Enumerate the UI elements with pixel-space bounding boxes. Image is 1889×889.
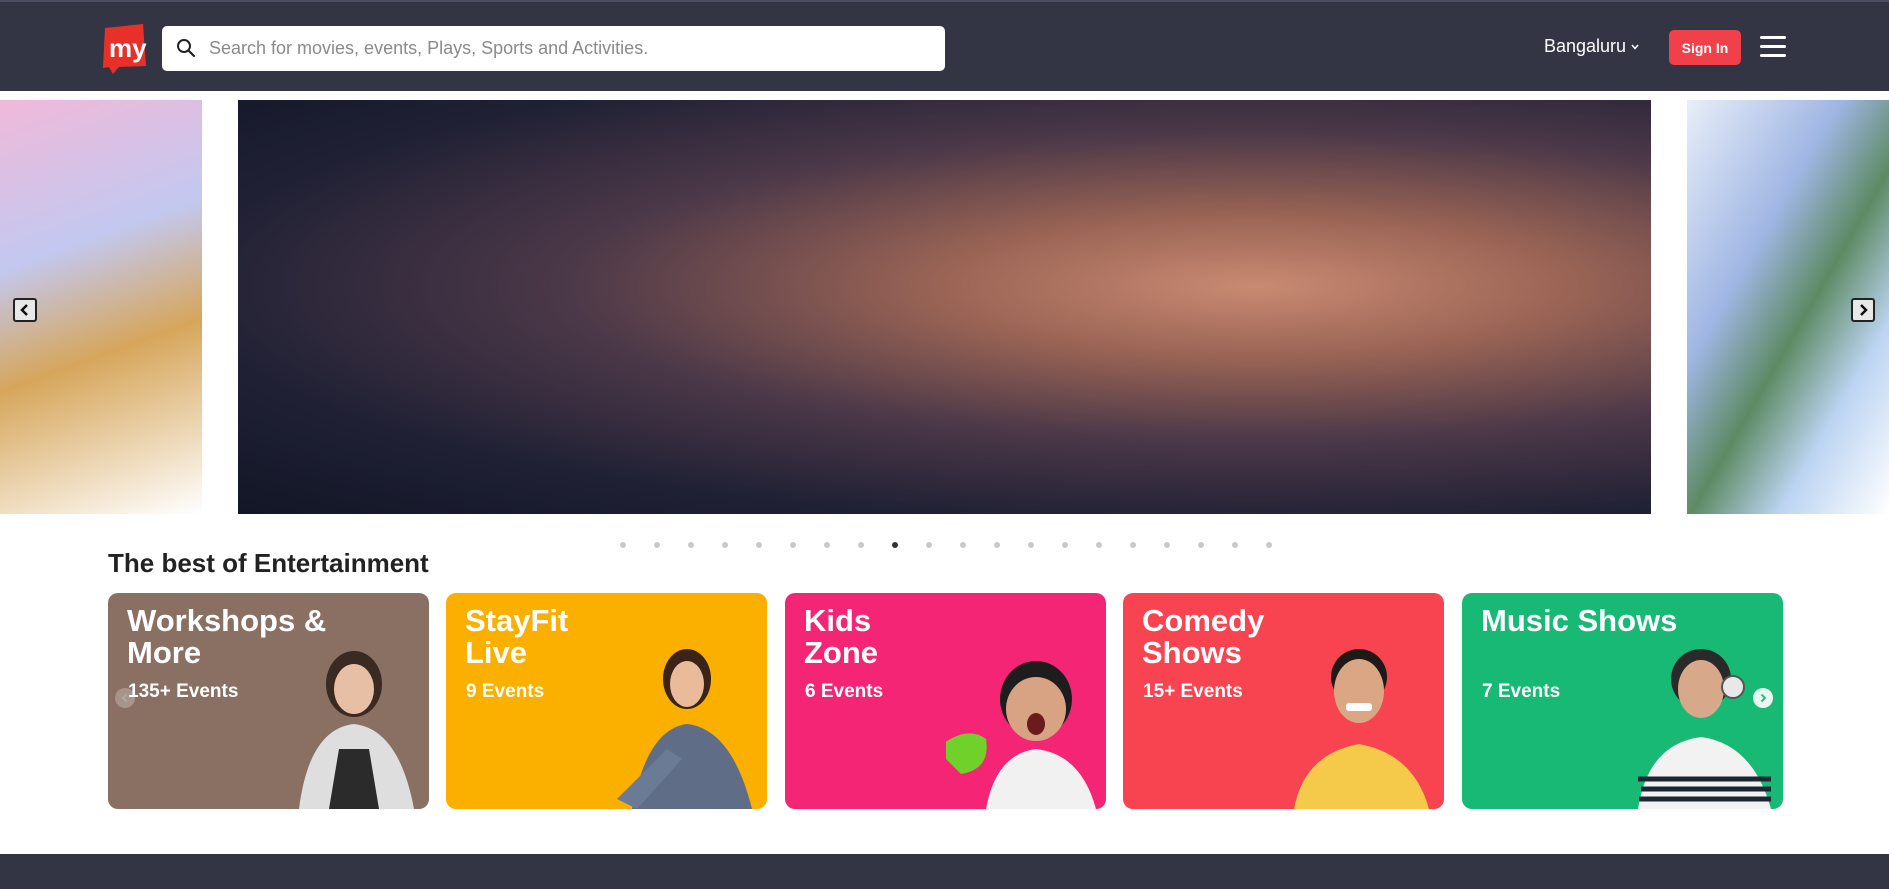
city-label: Bangaluru — [1544, 36, 1627, 56]
person-image — [946, 661, 1096, 809]
person-image — [299, 651, 414, 809]
category-cards: Workshops & More 135+ Events StayFit Liv… — [108, 593, 1784, 809]
card-event-count: 135+ Events — [128, 681, 239, 702]
card-event-count: 6 Events — [805, 681, 884, 702]
card-event-count: 9 Events — [466, 681, 545, 702]
carousel-dot[interactable] — [824, 542, 830, 548]
footer-bar — [0, 854, 1889, 889]
card-title: Kids Zone — [804, 603, 879, 670]
carousel-next-button[interactable] — [1851, 298, 1875, 322]
carousel-dot[interactable] — [1028, 542, 1034, 548]
carousel-dot[interactable] — [926, 542, 932, 548]
sign-in-label: Sign In — [1681, 39, 1729, 56]
chevron-down-icon — [1631, 44, 1639, 50]
chevron-right-icon — [1860, 304, 1868, 316]
category-card-comedy-shows[interactable]: Comedy Shows 15+ Events — [1123, 593, 1444, 809]
carousel-dot[interactable] — [858, 542, 864, 548]
carousel-dot[interactable] — [790, 542, 796, 548]
banner-carousel — [0, 100, 1889, 514]
brand-logo-text: my — [109, 33, 147, 63]
chevron-right-icon — [1760, 693, 1767, 703]
card-event-count: 15+ Events — [1143, 681, 1243, 702]
cards-prev-button[interactable] — [115, 688, 135, 708]
chevron-left-icon — [121, 693, 128, 703]
search-input[interactable] — [209, 26, 929, 71]
carousel-dot[interactable] — [722, 542, 728, 548]
carousel-dot[interactable] — [620, 542, 626, 548]
person-image — [617, 649, 752, 809]
top-navbar: my Bangaluru Sign In — [0, 0, 1889, 91]
category-card-music-shows[interactable]: Music Shows 7 Events — [1462, 593, 1783, 809]
city-selector[interactable]: Bangaluru — [1544, 36, 1640, 57]
carousel-dot[interactable] — [1232, 542, 1238, 548]
carousel-dot[interactable] — [756, 542, 762, 548]
section-title: The best of Entertainment — [108, 548, 429, 578]
carousel-dot[interactable] — [960, 542, 966, 548]
carousel-dot[interactable] — [1164, 542, 1170, 548]
carousel-dot[interactable] — [1062, 542, 1068, 548]
carousel-dot[interactable] — [892, 542, 898, 548]
banner-slide-current[interactable] — [238, 100, 1651, 514]
carousel-dot[interactable] — [994, 542, 1000, 548]
card-event-count: 7 Events — [1482, 681, 1561, 702]
carousel-pagination — [620, 542, 1272, 550]
carousel-dot[interactable] — [1096, 542, 1102, 548]
card-title: StayFit Live — [465, 603, 569, 670]
carousel-dot[interactable] — [654, 542, 660, 548]
carousel-dot[interactable] — [1130, 542, 1136, 548]
carousel-prev-button[interactable] — [13, 298, 37, 322]
search-bar[interactable] — [162, 26, 945, 71]
category-card-workshops[interactable]: Workshops & More 135+ Events — [108, 593, 429, 809]
category-card-kids-zone[interactable]: Kids Zone 6 Events — [785, 593, 1106, 809]
brand-logo[interactable]: my — [99, 22, 148, 74]
cards-next-button[interactable] — [1753, 688, 1773, 708]
search-icon — [177, 39, 196, 58]
hamburger-menu-icon[interactable] — [1760, 36, 1786, 58]
person-image — [1638, 649, 1771, 809]
carousel-dot[interactable] — [1266, 542, 1272, 548]
sign-in-button[interactable]: Sign In — [1669, 30, 1741, 65]
chevron-left-icon — [20, 304, 28, 316]
person-image — [1294, 649, 1429, 809]
carousel-dot[interactable] — [688, 542, 694, 548]
category-card-stayfit[interactable]: StayFit Live 9 Events — [446, 593, 767, 809]
carousel-dot[interactable] — [1198, 542, 1204, 548]
